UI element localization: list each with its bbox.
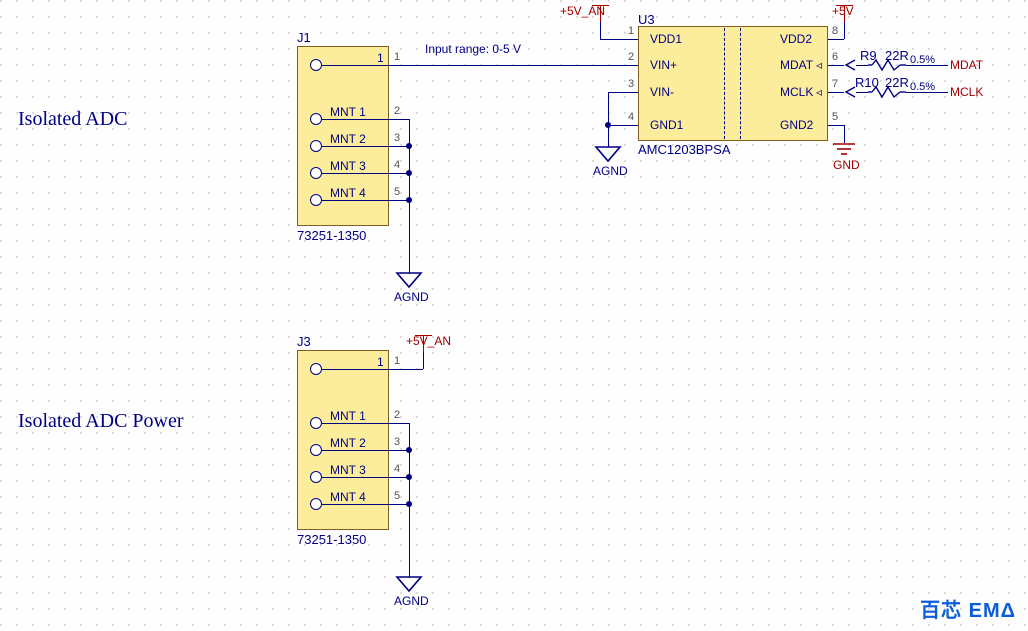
net-5van-j3: +5V_AN — [406, 334, 451, 348]
j3-pin1-inner: 1 — [377, 355, 384, 369]
j1-m2-terminal — [310, 140, 322, 152]
u3-p6: 6 — [832, 51, 838, 63]
j1-m3-name: MNT 3 — [330, 159, 366, 173]
j1-m2-num: 3 — [394, 132, 400, 144]
wire-j1p1-to-u3vinp — [409, 65, 622, 66]
u3-refdes: U3 — [638, 12, 655, 27]
j3-m4-num: 5 — [394, 490, 400, 502]
net-5van-u3: +5V_AN — [560, 4, 605, 18]
j1-m2-name: MNT 2 — [330, 132, 366, 146]
j1-m3-terminal — [310, 167, 322, 179]
u3-part: AMC1203BPSA — [638, 142, 731, 157]
u3-p5: 5 — [832, 111, 838, 123]
u3-mclk-name: MCLK — [780, 85, 813, 99]
j1-pin1-num: 1 — [394, 51, 400, 63]
j3-m3-terminal — [310, 471, 322, 483]
agnd-label-u3: AGND — [593, 164, 628, 178]
j1-m3-num: 4 — [394, 159, 400, 171]
j3-m3-num: 4 — [394, 463, 400, 475]
net-mdat: MDAT — [950, 58, 983, 72]
netport-mdat-in — [844, 59, 856, 74]
j1-m4-num: 5 — [394, 186, 400, 198]
j3-pin1-num: 1 — [394, 355, 400, 367]
j3-m3-name: MNT 3 — [330, 463, 366, 477]
j3-m4-name: MNT 4 — [330, 490, 366, 504]
j3-refdes: J3 — [297, 334, 311, 349]
j1-pin1-inner: 1 — [377, 51, 384, 65]
u3-p8: 8 — [832, 25, 838, 37]
u3-mclk-arrow-icon: ◃ — [816, 85, 822, 99]
j1-m1-name: MNT 1 — [330, 105, 366, 119]
j3-m1-num: 2 — [394, 409, 400, 421]
j1-refdes: J1 — [297, 30, 311, 45]
j1-m1-terminal — [310, 113, 322, 125]
agnd-symbol-u3 — [596, 147, 620, 165]
u3-p2: 2 — [628, 51, 634, 63]
r9-value: 22R — [885, 48, 909, 63]
section-title-adc: Isolated ADC — [18, 108, 127, 131]
u3-vinp-name: VIN+ — [650, 58, 677, 72]
u3-vdd2-name: VDD2 — [780, 32, 812, 46]
net-mclk: MCLK — [950, 85, 983, 99]
j1-m4-terminal — [310, 194, 322, 206]
u3-mdat-arrow-icon: ◃ — [816, 58, 822, 72]
j1-m4-name: MNT 4 — [330, 186, 366, 200]
agnd-symbol-j3 — [397, 577, 421, 595]
u3-p7: 7 — [832, 78, 838, 90]
gnd-label-u3: GND — [833, 158, 860, 172]
annot-input-range: Input range: 0-5 V — [425, 42, 521, 56]
u3-vinn-name: VIN- — [650, 85, 674, 99]
j3-m2-num: 3 — [394, 436, 400, 448]
j1-part: 73251-1350 — [297, 228, 366, 243]
u3-gnd2-name: GND2 — [780, 118, 813, 132]
j3-pin1-terminal — [310, 363, 322, 375]
u3-mdat-name: MDAT — [780, 58, 813, 72]
r10-value: 22R — [885, 75, 909, 90]
u3-p4: 4 — [628, 111, 634, 123]
j1-m1-num: 2 — [394, 105, 400, 117]
j3-m4-terminal — [310, 498, 322, 510]
j3-m1-name: MNT 1 — [330, 409, 366, 423]
agnd-label-j3: AGND — [394, 594, 429, 608]
net-5v-u3: +5V — [832, 4, 854, 18]
j1-pin1-terminal — [310, 59, 322, 71]
j3-part: 73251-1350 — [297, 532, 366, 547]
u3-p3: 3 — [628, 78, 634, 90]
agnd-label-j1: AGND — [394, 290, 429, 304]
j3-m2-name: MNT 2 — [330, 436, 366, 450]
u3-p1: 1 — [628, 25, 634, 37]
j3-m1-terminal — [310, 417, 322, 429]
watermark: 百芯 EMΔ — [920, 594, 1016, 623]
u3-vdd1-name: VDD1 — [650, 32, 682, 46]
j3-m2-terminal — [310, 444, 322, 456]
section-title-power: Isolated ADC Power — [18, 410, 184, 433]
u3-gnd1-name: GND1 — [650, 118, 683, 132]
agnd-symbol-j1 — [397, 273, 421, 291]
